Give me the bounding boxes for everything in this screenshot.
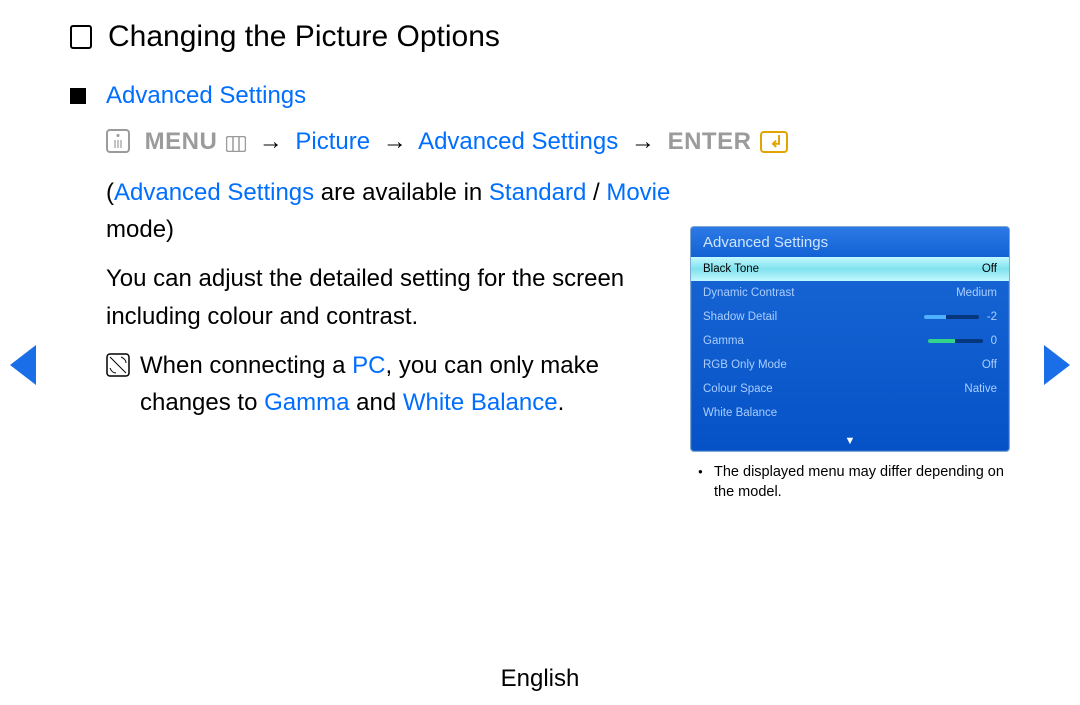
slider-shadow-detail xyxy=(924,315,979,319)
menu-item-black-tone[interactable]: Black Tone Off xyxy=(691,257,1009,281)
body-paragraph: You can adjust the detailed setting for … xyxy=(106,260,696,334)
menu-item-rgb-only-mode[interactable]: RGB Only Mode Off xyxy=(691,353,1009,377)
tv-menu-container: Advanced Settings Black Tone Off Dynamic… xyxy=(690,226,1010,503)
menu-item-white-balance[interactable]: White Balance xyxy=(691,401,1009,425)
page-title: Changing the Picture Options xyxy=(108,20,500,54)
square-bullet-icon xyxy=(70,88,86,104)
menu-caption: The displayed menu may differ depending … xyxy=(690,462,1010,503)
bookmark-icon xyxy=(70,25,92,49)
remote-menu-icon xyxy=(106,129,130,160)
pc-note: When connecting a PC, you can only make … xyxy=(106,347,696,421)
tv-menu-title: Advanced Settings xyxy=(691,227,1009,257)
tv-menu-panel: Advanced Settings Black Tone Off Dynamic… xyxy=(690,226,1010,452)
enter-icon xyxy=(760,131,788,153)
menu-item-gamma[interactable]: Gamma 0 xyxy=(691,329,1009,353)
menu-item-shadow-detail[interactable]: Shadow Detail -2 xyxy=(691,305,1009,329)
menu-path: MENU → Picture → Advanced Settings → ENT… xyxy=(106,128,1010,160)
page-title-row: Changing the Picture Options xyxy=(70,20,1010,54)
availability-note: (Advanced Settings are available in Stan… xyxy=(106,174,696,248)
section-heading: Advanced Settings xyxy=(106,82,1010,110)
menu-item-dynamic-contrast[interactable]: Dynamic Contrast Medium xyxy=(691,281,1009,305)
footer-language: English xyxy=(0,665,1080,693)
menu-scroll-down-icon[interactable]: ▼ xyxy=(691,437,1009,451)
menu-grid-icon xyxy=(226,131,246,159)
note-icon xyxy=(106,351,130,388)
menu-item-colour-space[interactable]: Colour Space Native xyxy=(691,377,1009,401)
slider-gamma xyxy=(928,339,983,343)
path-advanced: Advanced Settings xyxy=(418,128,618,155)
menu-label: MENU xyxy=(145,128,218,155)
path-picture: Picture xyxy=(295,128,370,155)
enter-label: ENTER xyxy=(668,128,752,155)
